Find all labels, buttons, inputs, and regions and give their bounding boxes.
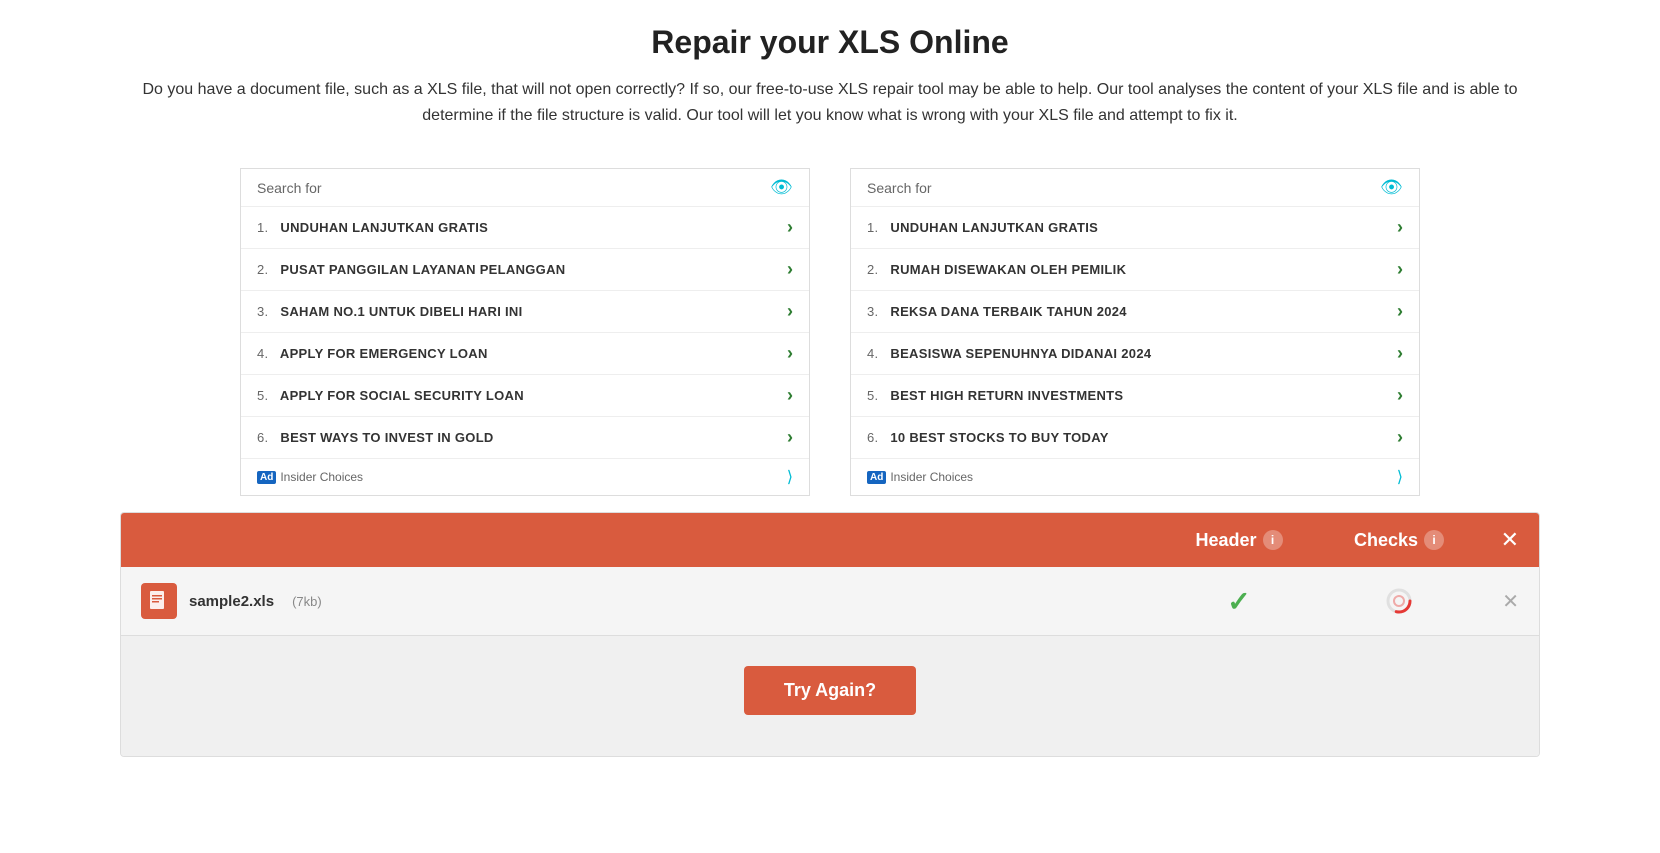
item-text: 5. APPLY FOR SOCIAL SECURITY LOAN bbox=[257, 388, 524, 403]
file-size: (7kb) bbox=[292, 594, 322, 609]
close-header-button[interactable]: ✕ bbox=[1479, 527, 1519, 553]
insider-choices-label: Insider Choices bbox=[280, 470, 363, 484]
left-ad-panel: Search for 👁 1. UNDUHAN LANJUTKAN GRATIS… bbox=[240, 168, 810, 496]
page-wrapper: Repair your XLS Online Do you have a doc… bbox=[0, 0, 1660, 853]
ad-label: Ad bbox=[257, 471, 276, 484]
item-text: 5. BEST HIGH RETURN INVESTMENTS bbox=[867, 388, 1123, 403]
left-panel-header: Search for 👁 bbox=[241, 169, 809, 207]
close-row-button[interactable]: ✕ bbox=[1479, 589, 1519, 614]
list-item[interactable]: 4. BEASISWA SEPENUHNYA DIDANAI 2024 › bbox=[851, 333, 1419, 375]
left-panel-list: 1. UNDUHAN LANJUTKAN GRATIS › 2. PUSAT P… bbox=[241, 207, 809, 458]
footer-chevron-icon: ⟩ bbox=[1397, 467, 1403, 487]
item-text: 2. PUSAT PANGGILAN LAYANAN PELANGGAN bbox=[257, 262, 565, 277]
ad-label: Ad bbox=[867, 471, 886, 484]
list-item[interactable]: 2. PUSAT PANGGILAN LAYANAN PELANGGAN › bbox=[241, 249, 809, 291]
item-text: 1. UNDUHAN LANJUTKAN GRATIS bbox=[257, 220, 488, 235]
checks-info-icon[interactable]: i bbox=[1424, 530, 1444, 550]
file-info: sample2.xls (7kb) bbox=[141, 583, 1159, 619]
page-title: Repair your XLS Online bbox=[40, 24, 1620, 61]
right-ad-panel: Search for 👁 1. UNDUHAN LANJUTKAN GRATIS… bbox=[850, 168, 1420, 496]
arrow-icon: › bbox=[1397, 259, 1403, 280]
top-section: Repair your XLS Online Do you have a doc… bbox=[0, 0, 1660, 144]
list-item[interactable]: 3. SAHAM NO.1 UNTUK DIBELI HARI INI › bbox=[241, 291, 809, 333]
ad-panels: Search for 👁 1. UNDUHAN LANJUTKAN GRATIS… bbox=[0, 152, 1660, 512]
header-check-cell: ✓ bbox=[1159, 585, 1319, 618]
header-check-icon: ✓ bbox=[1227, 585, 1250, 618]
arrow-icon: › bbox=[787, 301, 793, 322]
item-text: 6. BEST WAYS TO INVEST IN GOLD bbox=[257, 430, 494, 445]
insider-choices-label: Insider Choices bbox=[890, 470, 973, 484]
header-col2: Checks i bbox=[1319, 530, 1479, 551]
arrow-icon: › bbox=[1397, 343, 1403, 364]
list-item[interactable]: 5. APPLY FOR SOCIAL SECURITY LOAN › bbox=[241, 375, 809, 417]
right-panel-footer: Ad Insider Choices ⟩ bbox=[851, 458, 1419, 495]
right-eye-icon: 👁 bbox=[1380, 177, 1403, 198]
item-text: 3. SAHAM NO.1 UNTUK DIBELI HARI INI bbox=[257, 304, 523, 319]
footer-chevron-icon: ⟩ bbox=[787, 467, 793, 487]
left-panel-footer: Ad Insider Choices ⟩ bbox=[241, 458, 809, 495]
arrow-icon: › bbox=[787, 343, 793, 364]
header-col1: Header i bbox=[1159, 530, 1319, 551]
list-item[interactable]: 4. APPLY FOR EMERGENCY LOAN › bbox=[241, 333, 809, 375]
arrow-icon: › bbox=[1397, 217, 1403, 238]
list-item[interactable]: 6. 10 BEST STOCKS TO BUY TODAY › bbox=[851, 417, 1419, 458]
right-panel-list: 1. UNDUHAN LANJUTKAN GRATIS › 2. RUMAH D… bbox=[851, 207, 1419, 458]
header-col1-label: Header bbox=[1195, 530, 1256, 551]
file-name: sample2.xls bbox=[189, 593, 274, 610]
try-again-button[interactable]: Try Again? bbox=[744, 666, 916, 715]
pending-indicator bbox=[1385, 587, 1413, 615]
left-eye-icon: 👁 bbox=[770, 177, 793, 198]
ad-badge: Ad Insider Choices bbox=[867, 470, 973, 484]
results-section: Header i Checks i ✕ sample bbox=[120, 512, 1540, 757]
list-item[interactable]: 1. UNDUHAN LANJUTKAN GRATIS › bbox=[241, 207, 809, 249]
file-row: sample2.xls (7kb) ✓ ✕ bbox=[121, 567, 1539, 636]
item-text: 6. 10 BEST STOCKS TO BUY TODAY bbox=[867, 430, 1109, 445]
list-item[interactable]: 3. REKSA DANA TERBAIK TAHUN 2024 › bbox=[851, 291, 1419, 333]
header-info-icon[interactable]: i bbox=[1263, 530, 1283, 550]
arrow-icon: › bbox=[787, 259, 793, 280]
item-text: 2. RUMAH DISEWAKAN OLEH PEMILIK bbox=[867, 262, 1126, 277]
item-text: 1. UNDUHAN LANJUTKAN GRATIS bbox=[867, 220, 1098, 235]
ad-badge: Ad Insider Choices bbox=[257, 470, 363, 484]
list-item[interactable]: 1. UNDUHAN LANJUTKAN GRATIS › bbox=[851, 207, 1419, 249]
right-panel-header: Search for 👁 bbox=[851, 169, 1419, 207]
right-search-label: Search for bbox=[867, 180, 932, 196]
header-col2-label: Checks bbox=[1354, 530, 1418, 551]
checks-status-cell bbox=[1319, 587, 1479, 615]
page-description: Do you have a document file, such as a X… bbox=[130, 77, 1530, 128]
arrow-icon: › bbox=[1397, 427, 1403, 448]
arrow-icon: › bbox=[787, 427, 793, 448]
file-icon bbox=[141, 583, 177, 619]
item-text: 3. REKSA DANA TERBAIK TAHUN 2024 bbox=[867, 304, 1127, 319]
left-search-label: Search for bbox=[257, 180, 322, 196]
arrow-icon: › bbox=[1397, 301, 1403, 322]
item-text: 4. BEASISWA SEPENUHNYA DIDANAI 2024 bbox=[867, 346, 1151, 361]
results-header: Header i Checks i ✕ bbox=[121, 513, 1539, 567]
list-item[interactable]: 5. BEST HIGH RETURN INVESTMENTS › bbox=[851, 375, 1419, 417]
arrow-icon: › bbox=[1397, 385, 1403, 406]
list-item[interactable]: 6. BEST WAYS TO INVEST IN GOLD › bbox=[241, 417, 809, 458]
arrow-icon: › bbox=[787, 385, 793, 406]
action-row: Try Again? bbox=[121, 636, 1539, 756]
list-item[interactable]: 2. RUMAH DISEWAKAN OLEH PEMILIK › bbox=[851, 249, 1419, 291]
item-text: 4. APPLY FOR EMERGENCY LOAN bbox=[257, 346, 488, 361]
arrow-icon: › bbox=[787, 217, 793, 238]
